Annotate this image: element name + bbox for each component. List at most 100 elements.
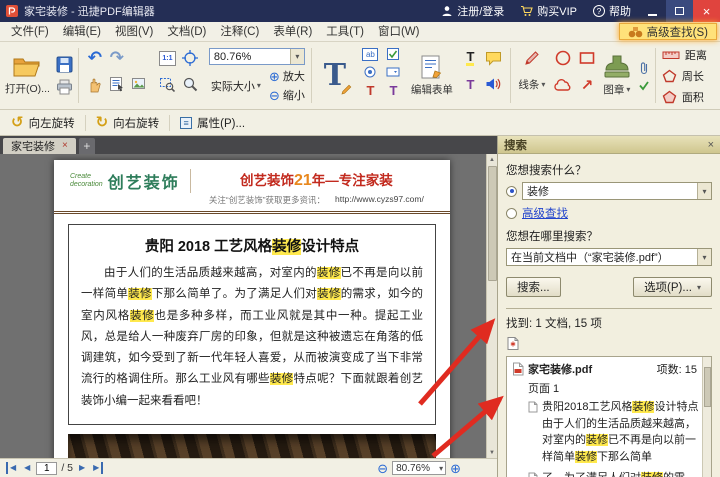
menu-item-form[interactable]: 表单(R) (266, 22, 319, 42)
search-panel-close-icon[interactable]: × (708, 139, 714, 151)
zoom-level-status[interactable]: 80.76% ▾ (392, 461, 446, 475)
new-search-icon (506, 336, 520, 351)
advanced-find-link[interactable]: 高级查找 (522, 205, 568, 221)
options-button[interactable]: 选项(P)...▾ (633, 277, 712, 297)
search-results-list[interactable]: 家宅装修.pdf 项数: 15 页面 1 贵阳2018工艺风格装修设计特点 由于… (506, 356, 712, 477)
open-file-button[interactable]: 打开(O)... (5, 56, 50, 96)
signature-tool-button[interactable] (638, 79, 650, 91)
stamp-button[interactable]: 图章▾ (602, 54, 632, 97)
zoom-target-button[interactable] (182, 50, 198, 66)
menu-item-comment[interactable]: 注释(C) (213, 22, 266, 42)
maximize-button[interactable] (666, 0, 693, 22)
marquee-zoom-button[interactable] (159, 76, 175, 92)
select-image-button[interactable] (131, 76, 147, 92)
edit-form-button[interactable]: 编辑表单 (411, 54, 453, 97)
actual-size-button[interactable]: 实际大小 ▾ (209, 78, 263, 94)
pdf-page[interactable]: Create decoration 创艺装饰 创艺装饰21年—专注家装 关注“创… (54, 160, 450, 458)
rectangle-tool-button[interactable] (578, 49, 596, 67)
area-tool-button[interactable]: 面积 (662, 87, 707, 106)
search-result-item-1[interactable]: 贵阳2018工艺风格装修设计特点 由于人们的生活品质越来越高，对室内的装修已不再… (510, 399, 699, 470)
menu-item-file[interactable]: 文件(F) (4, 22, 56, 42)
minimize-button[interactable] (639, 0, 666, 22)
print-button[interactable] (56, 79, 73, 95)
edit-content-button[interactable]: T (317, 55, 353, 97)
cloud-tool-button[interactable] (553, 77, 573, 93)
form-text-field-button[interactable]: ab (362, 48, 378, 61)
search-button[interactable]: 搜索... (506, 277, 561, 297)
result-file-row[interactable]: 家宅装修.pdf 项数: 15 (510, 360, 699, 378)
pencil-tool-button[interactable] (523, 49, 541, 67)
zoom-in-button-status[interactable]: ⊕ (450, 462, 461, 475)
last-page-button[interactable]: ▶ (91, 462, 103, 474)
menu-item-document[interactable]: 文档(D) (160, 22, 213, 42)
menu-item-view[interactable]: 视图(V) (108, 22, 160, 42)
new-tab-button[interactable]: + (79, 138, 95, 154)
dropdown-icon[interactable]: ▾ (697, 183, 711, 199)
search-button-label: 搜索... (517, 279, 550, 295)
workspace: 家宅装修 × + Create decoration 创艺装饰 (0, 136, 720, 477)
menu-item-edit[interactable]: 编辑(E) (56, 22, 108, 42)
rotate-right-button[interactable]: ↻ 向右旋转 (88, 113, 168, 133)
select-text-button[interactable] (109, 76, 125, 92)
results-scrollbar[interactable] (702, 357, 711, 477)
typewriter-button[interactable]: T (466, 77, 474, 92)
statusbar: ◀ ◀ / 5 ▶ ▶ ⊖ 80.76% ▾ ⊕ (0, 458, 497, 477)
hand-tool-button[interactable] (87, 76, 103, 93)
circle-tool-button[interactable] (554, 49, 572, 67)
form-combobox-button[interactable] (386, 65, 400, 79)
prev-page-button[interactable]: ◀ (22, 462, 32, 474)
sound-comment-button[interactable] (485, 77, 501, 91)
close-button[interactable]: × (693, 0, 720, 22)
sticky-note-button[interactable] (485, 51, 502, 66)
help-button[interactable]: ? 帮助 (585, 0, 639, 22)
form-radio-button[interactable] (363, 65, 377, 79)
rotate-toolbar: ↺ 向左旋转 ↻ 向右旋转 ≡ 属性(P)... (0, 110, 720, 136)
search-result-item-2[interactable]: 了。为了满足人们对装修的需求，如今的室内风格装修也是多种多样，而工业风就是其中一… (510, 470, 699, 477)
attachment-tool-button[interactable] (638, 61, 650, 75)
rotate-left-button[interactable]: ↺ 向左旋转 (3, 113, 83, 133)
form-listbox-button[interactable]: T (366, 83, 374, 98)
zoom-in-button[interactable]: ⊕放大 (269, 68, 305, 84)
result-page-group[interactable]: 页面 1 (510, 378, 699, 399)
register-login-button[interactable]: 注册/登录 (433, 0, 512, 22)
first-page-button[interactable]: ◀ (6, 462, 18, 474)
redo-button[interactable]: ↷ (110, 48, 124, 68)
zoom-out-button-status[interactable]: ⊖ (377, 462, 388, 475)
line-tool-button[interactable]: 线条▾ (518, 77, 545, 92)
scroll-down-icon[interactable]: ▼ (487, 447, 498, 458)
menu-item-window[interactable]: 窗口(W) (371, 22, 427, 42)
zoom-level-combobox[interactable]: 80.76% ▾ (209, 48, 305, 65)
actual-size-ratio-button[interactable]: 1:1 (159, 51, 176, 66)
form-checkbox-button[interactable] (386, 47, 400, 61)
advanced-find-radio[interactable] (506, 208, 517, 219)
tab-close-icon[interactable]: × (62, 141, 68, 151)
new-search-button[interactable] (506, 336, 520, 352)
scroll-up-icon[interactable]: ▲ (487, 154, 498, 165)
buy-vip-button[interactable]: 购买VIP (512, 0, 585, 22)
zoom-out-button[interactable]: ⊖缩小 (269, 87, 305, 103)
properties-button[interactable]: ≡ 属性(P)... (172, 113, 253, 133)
save-button[interactable] (56, 56, 73, 73)
document-tab[interactable]: 家宅装修 × (3, 138, 76, 154)
distance-tool-button[interactable]: 距离 (662, 45, 707, 64)
next-page-button[interactable]: ▶ (77, 462, 87, 474)
form-signature-button[interactable]: T (389, 83, 397, 98)
arrow-tool-button[interactable]: ↗ (581, 76, 594, 94)
vertical-scrollbar[interactable]: ▲ ▼ (486, 154, 497, 458)
page-header: Create decoration 创艺装饰 创艺装饰21年—专注家装 关注“创… (54, 160, 450, 214)
scrollbar-thumb[interactable] (488, 166, 497, 281)
loupe-button[interactable] (182, 76, 198, 92)
dropdown-icon[interactable]: ▾ (290, 49, 304, 64)
keyword-radio[interactable] (506, 186, 517, 197)
page-number-input[interactable] (36, 462, 57, 475)
undo-button[interactable]: ↶ (88, 48, 102, 68)
menu-item-tools[interactable]: 工具(T) (319, 22, 371, 42)
highlight-text-button[interactable]: T (466, 50, 474, 66)
scope-combobox[interactable]: 在当前文档中（“家宅装修.pdf”） ▾ (506, 248, 712, 266)
results-scrollbar-thumb[interactable] (704, 367, 711, 407)
keyword-combobox[interactable]: 装修 ▾ (522, 182, 712, 200)
dropdown-icon[interactable]: ▾ (697, 249, 711, 265)
perimeter-tool-button[interactable]: 周长 (662, 66, 707, 85)
advanced-find-button[interactable]: 高级查找(S) (619, 23, 717, 40)
speaker-icon (485, 77, 501, 91)
